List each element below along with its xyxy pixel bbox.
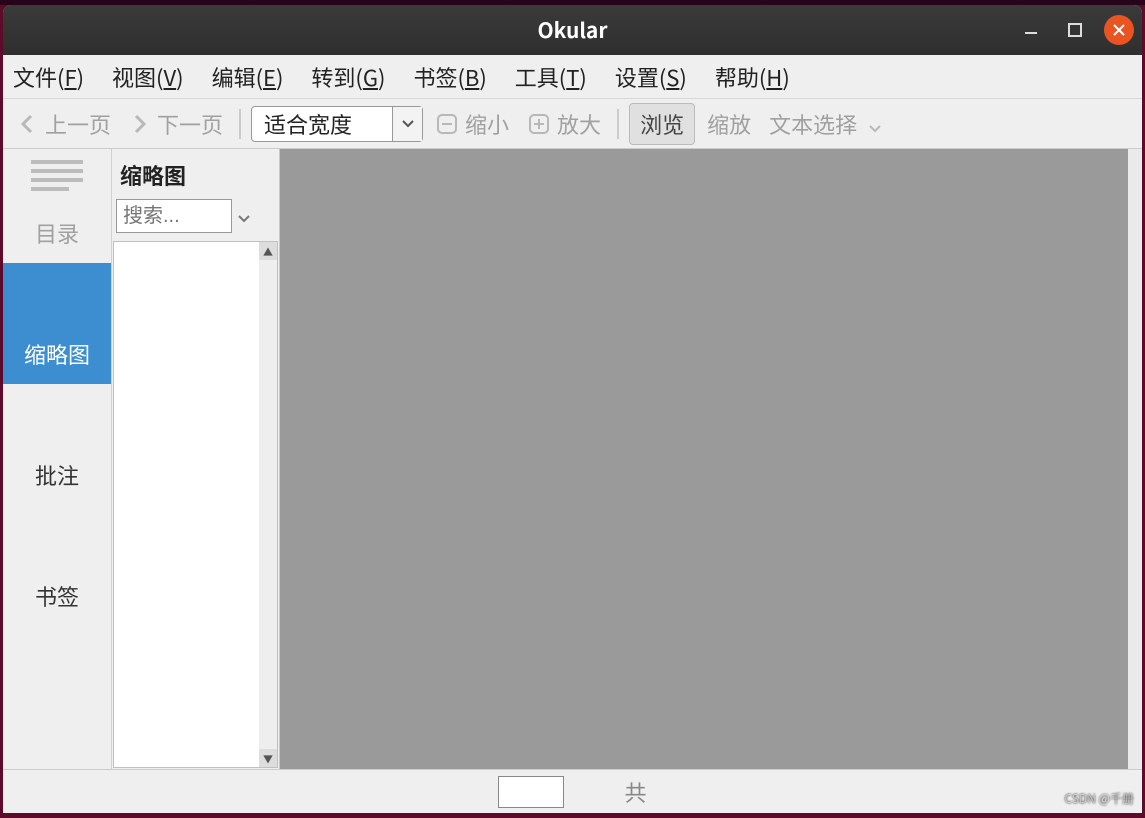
minimize-icon	[1022, 21, 1040, 39]
maximize-icon	[1067, 22, 1083, 38]
sidebar-tab-bookmarks-label: 书签	[35, 580, 79, 612]
next-page-label: 下一页	[157, 108, 223, 140]
menu-settings[interactable]: 设置(S)	[615, 61, 687, 93]
zoom-tool-label: 缩放	[707, 108, 751, 140]
okular-window: Okular 文件(F) 视图(V) 编辑(E) 转到(G) 书签(B) 工具(…	[3, 5, 1142, 813]
text-select-tool-label: 文本选择	[769, 108, 857, 140]
sidebar-tab-thumbnails-label: 缩略图	[24, 338, 90, 370]
watermark: CSDN @千册	[1065, 790, 1134, 807]
browse-tool-button[interactable]: 浏览	[629, 103, 695, 145]
window-controls	[1016, 5, 1134, 55]
main-area: 目录 缩略图 批注 书签 缩略图	[3, 149, 1142, 769]
minimize-button[interactable]	[1016, 15, 1046, 45]
toolbar-separator-2	[617, 109, 619, 139]
zoom-out-label: 缩小	[465, 108, 509, 140]
menu-tools[interactable]: 工具(T)	[515, 61, 587, 93]
zoom-select-arrow[interactable]	[392, 107, 422, 141]
sidebar-tabs: 目录 缩略图 批注 书签	[3, 149, 112, 769]
zoom-tool-button[interactable]: 缩放	[701, 106, 757, 142]
scroll-up-icon[interactable]: ▲	[259, 242, 277, 260]
zoom-out-icon	[435, 112, 459, 136]
close-icon	[1111, 22, 1127, 38]
prev-page-button[interactable]: 上一页	[11, 106, 117, 142]
chevron-right-icon	[129, 113, 151, 135]
thumbnail-list: ▲ ▼	[113, 241, 278, 768]
titlebar: Okular	[3, 5, 1142, 55]
sidebar-tab-contents[interactable]: 目录	[3, 149, 111, 263]
chevron-down-icon	[869, 125, 881, 133]
zoom-in-icon	[527, 112, 551, 136]
sidebar-tab-contents-label: 目录	[35, 217, 79, 249]
thumbnail-search-input[interactable]	[116, 199, 232, 233]
chevron-left-icon	[17, 113, 39, 135]
menu-bookmarks[interactable]: 书签(B)	[413, 61, 486, 93]
page-total-label: 共	[624, 776, 646, 808]
desktop-background: Okular 文件(F) 视图(V) 编辑(E) 转到(G) 书签(B) 工具(…	[0, 0, 1145, 818]
window-title: Okular	[537, 15, 607, 45]
document-view[interactable]	[280, 149, 1142, 769]
thumbnail-search-row	[112, 199, 279, 241]
menu-goto[interactable]: 转到(G)	[311, 61, 385, 93]
document-vscrollbar[interactable]	[1128, 149, 1142, 769]
menu-file[interactable]: 文件(F)	[13, 61, 84, 93]
zoom-in-label: 放大	[557, 108, 601, 140]
zoom-in-button[interactable]: 放大	[521, 106, 607, 142]
browse-tool-label: 浏览	[640, 108, 684, 140]
thumbnail-search-menu[interactable]	[238, 204, 250, 228]
chevron-down-icon	[238, 215, 250, 223]
menu-view[interactable]: 视图(V)	[112, 61, 184, 93]
text-select-dropdown[interactable]	[869, 108, 887, 140]
zoom-select-value: 适合宽度	[252, 108, 392, 140]
menu-edit[interactable]: 编辑(E)	[212, 61, 284, 93]
contents-icon	[25, 153, 89, 199]
menubar: 文件(F) 视图(V) 编辑(E) 转到(G) 书签(B) 工具(T) 设置(S…	[3, 55, 1142, 99]
prev-page-label: 上一页	[45, 108, 111, 140]
sidebar-tab-thumbnails[interactable]: 缩略图	[3, 263, 111, 384]
toolbar-separator	[239, 109, 241, 139]
zoom-select[interactable]: 适合宽度	[251, 106, 423, 142]
menu-help[interactable]: 帮助(H)	[715, 61, 790, 93]
zoom-out-button[interactable]: 缩小	[429, 106, 515, 142]
sidebar-tab-annotations[interactable]: 批注	[3, 384, 111, 505]
scroll-down-icon[interactable]: ▼	[259, 749, 277, 767]
sidebar-tab-bookmarks[interactable]: 书签	[3, 505, 111, 626]
close-button[interactable]	[1104, 15, 1134, 45]
sidebar-tab-annotations-label: 批注	[35, 459, 79, 491]
chevron-down-icon	[402, 120, 414, 128]
next-page-button[interactable]: 下一页	[123, 106, 229, 142]
page-number-input[interactable]	[498, 776, 564, 808]
statusbar: 共 CSDN @千册	[3, 769, 1142, 813]
thumbnail-scrollbar[interactable]: ▲ ▼	[259, 242, 277, 767]
thumbnail-list-body[interactable]	[114, 242, 259, 767]
toolbar: 上一页 下一页 适合宽度 缩小 放大 浏	[3, 99, 1142, 149]
side-panel: 缩略图 ▲ ▼	[112, 149, 280, 769]
text-select-tool-button[interactable]: 文本选择	[763, 106, 863, 142]
maximize-button[interactable]	[1060, 15, 1090, 45]
side-panel-title: 缩略图	[112, 149, 279, 199]
